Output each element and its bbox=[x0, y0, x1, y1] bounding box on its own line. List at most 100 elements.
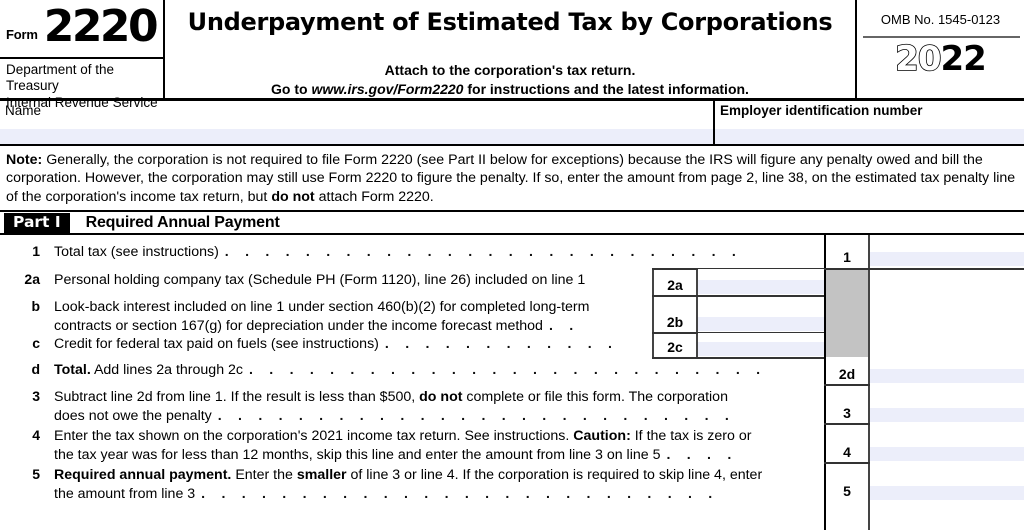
name-cell[interactable]: Name bbox=[0, 100, 715, 144]
shaded-block bbox=[826, 268, 868, 358]
line-4-text: Enter the tax shown on the corporation's… bbox=[54, 427, 829, 464]
note-label: Note: bbox=[6, 152, 43, 168]
note-text-1: Generally, the corporation is not requir… bbox=[6, 152, 1016, 205]
goto-suffix: for instructions and the latest informat… bbox=[463, 81, 749, 97]
header-left-block: Form 2220 Department of the Treasury Int… bbox=[0, 0, 165, 110]
name-input[interactable] bbox=[0, 129, 713, 144]
line-2a-value[interactable] bbox=[698, 280, 824, 295]
line-5-text: Required annual payment. Enter the small… bbox=[54, 466, 829, 503]
form-2220-page: Form 2220 Department of the Treasury Int… bbox=[0, 0, 1024, 530]
identity-row: Name Employer identification number bbox=[0, 100, 1024, 146]
line-2b-line-2: contracts or section 167(g) for deprecia… bbox=[54, 317, 654, 335]
line-2d-value[interactable] bbox=[870, 369, 1024, 384]
line-5-line-2: the amount from line 3 . . . . . . . . . … bbox=[54, 485, 829, 503]
line-2b-description-2: contracts or section 167(g) for deprecia… bbox=[54, 317, 543, 334]
tax-year: 2022 bbox=[857, 39, 1024, 79]
department-line-1: Department of the Treasury bbox=[6, 62, 115, 94]
part-1-body: 1 Total tax (see instructions) . . . . . … bbox=[0, 235, 1024, 530]
line-3-bold-donot: do not bbox=[419, 389, 463, 406]
line-2c-box-number: 2c bbox=[667, 339, 683, 356]
line-4-leader: . . . . bbox=[666, 446, 738, 463]
goto-prefix: Go to bbox=[271, 81, 312, 97]
part-1-tag: Part I bbox=[4, 212, 70, 234]
line-5-description-d: of line 3 or line 4. If the corporation … bbox=[346, 467, 763, 484]
tax-year-digits: 22 bbox=[940, 39, 987, 79]
line-3-entry[interactable] bbox=[870, 384, 1024, 424]
omb-divider bbox=[863, 36, 1020, 38]
line-4-description-a: Enter the tax shown on the corporation's… bbox=[54, 428, 574, 445]
line-2c-number: c bbox=[32, 335, 40, 352]
line-3-line-2: does not owe the penalty . . . . . . . . … bbox=[54, 407, 824, 425]
line-2b-entry[interactable] bbox=[698, 298, 824, 333]
line-2b-number: b bbox=[31, 298, 40, 315]
page-title: Underpayment of Estimated Tax by Corpora… bbox=[187, 8, 833, 36]
line-2c-entry[interactable] bbox=[698, 333, 824, 358]
line-2d-entry[interactable] bbox=[870, 357, 1024, 385]
line-3-text: Subtract line 2d from line 1. If the res… bbox=[54, 388, 824, 425]
line-2a-entry[interactable] bbox=[698, 269, 824, 296]
note-paragraph: Note: Generally, the corporation is not … bbox=[0, 146, 1024, 210]
line-2b-value[interactable] bbox=[698, 317, 824, 332]
line-4-line-2: the tax year was for less than 12 months… bbox=[54, 446, 829, 464]
line-1-description: Total tax (see instructions) bbox=[54, 244, 219, 261]
line-2d-bold: Total. bbox=[54, 362, 91, 379]
line-3-number: 3 bbox=[32, 388, 40, 405]
line-2b-description-1: Look-back interest included on line 1 un… bbox=[54, 299, 590, 316]
goto-instruction: Go to www.irs.gov/Form2220 for instructi… bbox=[165, 81, 855, 97]
tax-year-century: 20 bbox=[894, 39, 942, 79]
line-3-line-1: Subtract line 2d from line 1. If the res… bbox=[54, 388, 824, 406]
line-2c-leader: . . . . . . . . . . . . bbox=[384, 336, 619, 353]
ein-cell[interactable]: Employer identification number bbox=[715, 100, 1024, 144]
ein-label: Employer identification number bbox=[720, 103, 923, 118]
line-3-description-c: complete or file this form. The corporat… bbox=[462, 389, 728, 406]
line-4-entry[interactable] bbox=[870, 423, 1024, 463]
line-5-box-number: 5 bbox=[843, 483, 851, 500]
line-2d-text: Total. Add lines 2a through 2c . . . . . … bbox=[54, 361, 766, 379]
line-3-leader: . . . . . . . . . . . . . . . . . . . . … bbox=[217, 407, 735, 424]
line-1-entry[interactable] bbox=[870, 240, 1024, 268]
line-4-bold-caution: Caution: bbox=[573, 428, 631, 445]
ein-input[interactable] bbox=[715, 129, 1024, 144]
line-2a-box-number: 2a bbox=[667, 277, 683, 294]
form-header: Form 2220 Department of the Treasury Int… bbox=[0, 0, 1024, 110]
line-5-entry[interactable] bbox=[870, 462, 1024, 502]
line-2b-text: Look-back interest included on line 1 un… bbox=[54, 298, 654, 335]
note-bold-donot: do not bbox=[271, 188, 315, 205]
form-word-label: Form bbox=[6, 26, 38, 42]
line-2d-leader: . . . . . . . . . . . . . . . . . . . . … bbox=[249, 362, 767, 379]
line-4-value[interactable] bbox=[870, 447, 1024, 462]
header-right-block: OMB No. 1545-0123 2022 bbox=[855, 0, 1024, 100]
line-3-description-a: Subtract line 2d from line 1. If the res… bbox=[54, 389, 420, 406]
line-5-value[interactable] bbox=[870, 486, 1024, 501]
line-2c-value[interactable] bbox=[698, 342, 824, 357]
line-3-box-number: 3 bbox=[843, 405, 851, 422]
irs-url[interactable]: www.irs.gov/Form2220 bbox=[311, 81, 463, 97]
line-5-description-2: the amount from line 3 bbox=[54, 485, 196, 502]
line-4-description-2: the tax year was for less than 12 months… bbox=[54, 446, 661, 463]
line-1-number: 1 bbox=[32, 243, 40, 260]
line-1-leader: . . . . . . . . . . . . . . . . . . . . … bbox=[224, 244, 743, 261]
part-1-header: Part I Required Annual Payment bbox=[0, 210, 1024, 236]
line-1-box-number: 1 bbox=[843, 249, 851, 266]
line-4-line-1: Enter the tax shown on the corporation's… bbox=[54, 427, 829, 445]
line-5-description-b: Enter the bbox=[231, 467, 297, 484]
form-number: 2220 bbox=[43, 1, 159, 52]
line-1-value[interactable] bbox=[870, 252, 1024, 267]
name-label: Name bbox=[5, 103, 42, 118]
attach-instruction: Attach to the corporation's tax return. bbox=[384, 62, 636, 78]
line-2b-box-number: 2b bbox=[666, 314, 684, 331]
line-3-description-2: does not owe the penalty bbox=[54, 407, 212, 424]
line-5-leader: . . . . . . . . . . . . . . . . . . . . … bbox=[201, 485, 719, 502]
line-4-number: 4 bbox=[32, 427, 40, 444]
line-2a-bottom-rule bbox=[652, 295, 824, 297]
line-1-text: Total tax (see instructions) . . . . . . … bbox=[54, 243, 742, 261]
line-2d-number: d bbox=[31, 361, 40, 378]
line-3-value[interactable] bbox=[870, 408, 1024, 423]
line-5-bold-smaller: smaller bbox=[296, 467, 347, 484]
line-2d-box-number: 2d bbox=[838, 366, 856, 383]
line-2a-text: Personal holding company tax (Schedule P… bbox=[54, 271, 585, 289]
line-2a-number: 2a bbox=[24, 271, 40, 288]
form-identifier: Form 2220 bbox=[6, 1, 159, 52]
line-2d-description: Add lines 2a through 2c bbox=[90, 362, 244, 379]
line-2a-description: Personal holding company tax (Schedule P… bbox=[54, 272, 586, 289]
